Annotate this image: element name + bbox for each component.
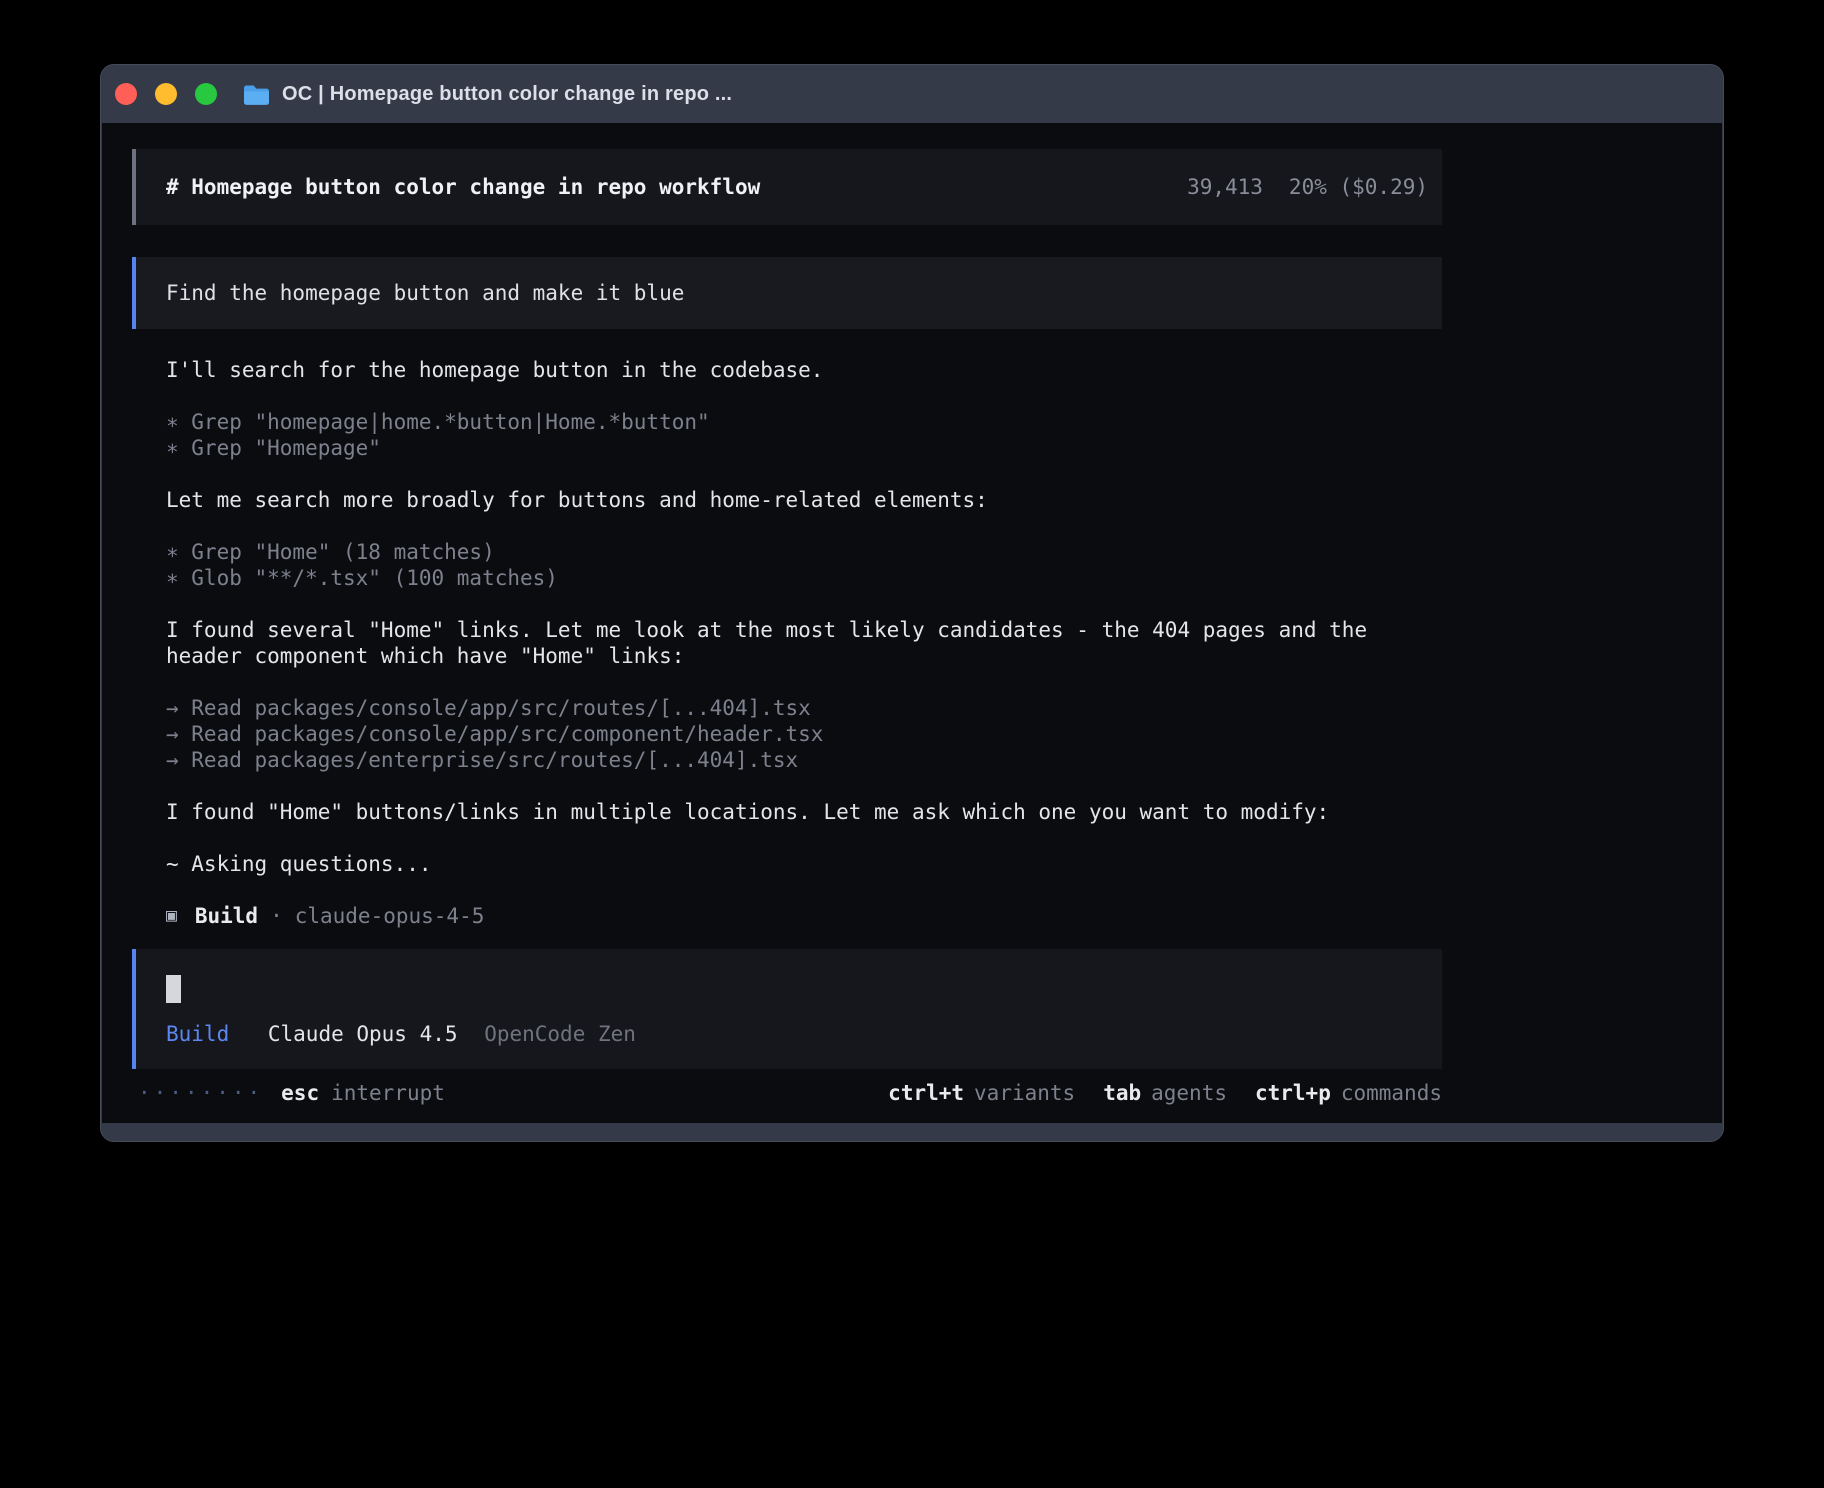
tool-line: → Read packages/console/app/src/routes/[… xyxy=(166,695,1442,721)
agent-name: Build xyxy=(195,903,258,929)
assistant-line: ~ Asking questions... xyxy=(166,851,1442,877)
spinner-dots: ········ xyxy=(138,1081,263,1105)
tool-line: ∗ Grep "Homepage" xyxy=(166,435,1442,461)
footer-bar: ········ esc interrupt ctrl+t variants tab… xyxy=(132,1079,1442,1107)
agent-model: claude-opus-4-5 xyxy=(295,903,485,929)
content-column: # Homepage button color change in repo w… xyxy=(132,149,1442,1107)
minimize-button[interactable] xyxy=(155,83,177,105)
traffic-lights xyxy=(115,83,217,105)
transcript: I'll search for the homepage button in t… xyxy=(166,357,1442,903)
assistant-line xyxy=(166,669,1442,695)
zoom-button[interactable] xyxy=(195,83,217,105)
folder-icon xyxy=(243,84,270,105)
input-model-label[interactable]: Claude Opus 4.5 xyxy=(268,1022,458,1046)
terminal-window: OC | Homepage button color change in rep… xyxy=(100,64,1724,1142)
assistant-line xyxy=(166,591,1442,617)
tool-line: → Read packages/enterprise/src/routes/[.… xyxy=(166,747,1442,773)
footer-shortcut[interactable]: ctrl+p commands xyxy=(1255,1081,1442,1105)
footer-left: ········ esc interrupt xyxy=(132,1081,445,1105)
window-title: OC | Homepage button color change in rep… xyxy=(282,83,732,106)
assistant-line xyxy=(166,513,1442,539)
session-stats: 39,413 20% ($0.29) xyxy=(1187,175,1428,199)
session-header: # Homepage button color change in repo w… xyxy=(132,149,1442,225)
assistant-line: Let me search more broadly for buttons a… xyxy=(166,487,1442,513)
agent-icon: ▣ xyxy=(166,903,177,929)
footer-shortcuts: ctrl+t variants tab agents ctrl+p commands xyxy=(888,1081,1442,1105)
terminal-content: # Homepage button color change in repo w… xyxy=(102,123,1722,1123)
shortcut-label: agents xyxy=(1151,1081,1227,1105)
tool-line: → Read packages/console/app/src/componen… xyxy=(166,721,1442,747)
assistant-line xyxy=(166,383,1442,409)
input-agent-label[interactable]: Build xyxy=(166,1022,229,1046)
assistant-line: I'll search for the homepage button in t… xyxy=(166,357,1442,383)
shortcut-label: variants xyxy=(974,1081,1075,1105)
shortcut-key: ctrl+t xyxy=(888,1081,964,1105)
tool-line: ∗ Grep "homepage|home.*button|Home.*butt… xyxy=(166,409,1442,435)
tool-line: ∗ Grep "Home" (18 matches) xyxy=(166,539,1442,565)
assistant-line: I found "Home" buttons/links in multiple… xyxy=(166,799,1442,825)
assistant-line xyxy=(166,877,1442,903)
input-provider-label: OpenCode Zen xyxy=(484,1022,636,1046)
shortcut-key: ctrl+p xyxy=(1255,1081,1331,1105)
assistant-line: I found several "Home" links. Let me loo… xyxy=(166,617,1442,669)
context-usage: 20% ($0.29) xyxy=(1289,175,1428,199)
titlebar[interactable]: OC | Homepage button color change in rep… xyxy=(101,65,1723,123)
shortcut-key: tab xyxy=(1103,1081,1141,1105)
agent-separator: · xyxy=(270,903,283,929)
assistant-line xyxy=(166,825,1442,851)
user-message-text: Find the homepage button and make it blu… xyxy=(166,281,684,305)
input-status-row: Build Claude Opus 4.5 OpenCode Zen xyxy=(166,1021,1442,1047)
assistant-line xyxy=(166,461,1442,487)
session-title: # Homepage button color change in repo w… xyxy=(166,175,760,199)
token-count: 39,413 xyxy=(1187,175,1263,199)
tool-line: ∗ Glob "**/*.tsx" (100 matches) xyxy=(166,565,1442,591)
shortcut-label: commands xyxy=(1341,1081,1442,1105)
prompt-input[interactable]: Build Claude Opus 4.5 OpenCode Zen xyxy=(132,949,1442,1069)
user-message: Find the homepage button and make it blu… xyxy=(132,257,1442,329)
assistant-line xyxy=(166,773,1442,799)
esc-key[interactable]: esc xyxy=(281,1081,319,1105)
esc-label: interrupt xyxy=(331,1081,445,1105)
text-cursor xyxy=(166,975,181,1003)
footer-shortcut[interactable]: tab agents xyxy=(1103,1081,1227,1105)
agent-status-row: ▣ Build · claude-opus-4-5 xyxy=(166,903,1442,929)
footer-shortcut[interactable]: ctrl+t variants xyxy=(888,1081,1075,1105)
close-button[interactable] xyxy=(115,83,137,105)
